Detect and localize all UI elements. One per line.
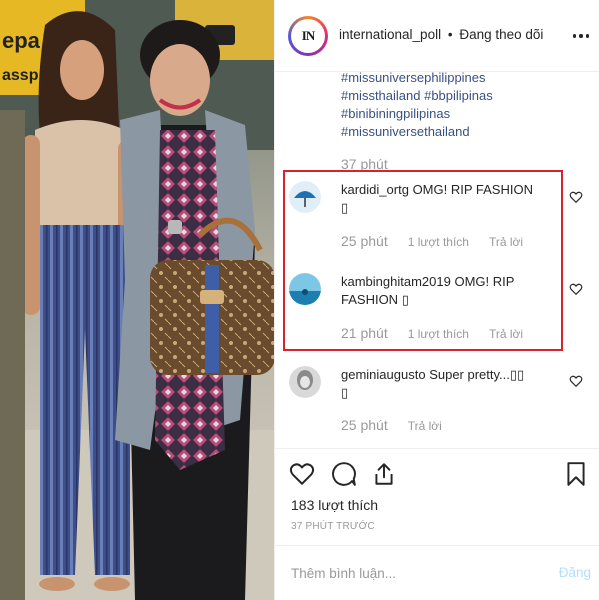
svg-text:ера: ера <box>2 28 41 53</box>
commenter-avatar[interactable] <box>289 273 321 305</box>
comment-time[interactable]: 25 phút <box>341 233 388 249</box>
reply-button[interactable]: Trả lời <box>489 327 523 341</box>
more-dot <box>579 34 583 38</box>
comment-divider <box>275 545 599 546</box>
comment-body: OMG! RIP FASHION <box>412 182 533 197</box>
post-image: ера assp <box>0 0 274 600</box>
comment-likes[interactable]: 1 lượt thích <box>408 327 469 341</box>
bookmark-icon[interactable] <box>563 460 589 488</box>
post-actions <box>289 460 589 490</box>
hashtag-line[interactable]: #missuniversethailand <box>341 123 591 141</box>
ocean-avatar-icon <box>289 273 321 305</box>
header-separator: • <box>447 27 453 42</box>
post-photo[interactable]: ера assp <box>0 0 274 600</box>
comment-emoji: ▯ <box>341 200 349 215</box>
svg-text:assp: assp <box>2 67 39 84</box>
add-comment-input[interactable] <box>291 562 531 584</box>
more-horizontal-icon[interactable] <box>571 26 591 46</box>
comment-text: geminiaugusto Super pretty...▯▯ ▯ <box>341 366 563 402</box>
comment-meta: 21 phút 1 lượt thích Trả lời <box>341 325 523 341</box>
comment-meta: 25 phút 1 lượt thích Trả lời <box>341 233 523 249</box>
reply-button[interactable]: Trả lời <box>489 235 523 249</box>
author-avatar-inner: IN <box>291 19 325 53</box>
caption-hashtags: #missuniversephilippines #missthailand #… <box>341 69 591 141</box>
share-icon[interactable] <box>371 460 397 488</box>
heart-icon[interactable] <box>569 374 583 388</box>
comment-text: kambinghitam2019 OMG! RIP FASHION ▯ <box>341 273 563 309</box>
commenter-avatar[interactable] <box>289 181 321 213</box>
comment-body: Super pretty...▯▯ <box>429 367 525 382</box>
author-username[interactable]: international_poll <box>339 27 441 42</box>
umbrella-avatar-icon <box>289 181 321 213</box>
reply-button[interactable]: Trả lời <box>408 419 442 433</box>
commenter-username[interactable]: geminiaugusto <box>341 367 426 382</box>
heart-icon[interactable] <box>569 190 583 204</box>
comment-meta: 25 phút Trả lời <box>341 417 442 433</box>
comment-likes[interactable]: 1 lượt thích <box>408 235 469 249</box>
heart-icon[interactable] <box>289 460 315 488</box>
post-timestamp: 37 PHÚT TRƯỚC <box>291 521 375 532</box>
post-header: IN international_poll • Đang theo dõi <box>275 0 599 72</box>
more-dot <box>572 34 577 38</box>
author-avatar[interactable]: IN <box>288 16 328 56</box>
more-dot <box>585 34 590 38</box>
comment-emoji: ▯ <box>341 385 349 400</box>
actions-divider <box>275 448 599 449</box>
comment-emoji: ▯ <box>401 292 409 307</box>
likes-count[interactable]: 183 lượt thích <box>291 497 378 513</box>
hashtag-line[interactable]: #binibiningpilipinas <box>341 105 591 123</box>
commenter-username[interactable]: kambinghitam2019 <box>341 274 451 289</box>
heart-icon[interactable] <box>569 282 583 296</box>
header-text: international_poll • Đang theo dõi <box>339 27 543 42</box>
comment-icon[interactable] <box>331 460 357 488</box>
comment-time[interactable]: 25 phút <box>341 417 388 433</box>
commenter-avatar[interactable] <box>289 366 321 398</box>
comment-text: kardidi_ortg OMG! RIP FASHION ▯ <box>341 181 563 217</box>
post-comment-button[interactable]: Đăng <box>559 565 591 580</box>
comment-time[interactable]: 21 phút <box>341 325 388 341</box>
profile-photo-avatar-icon <box>289 366 321 398</box>
author-avatar-text: IN <box>301 28 315 43</box>
commenter-username[interactable]: kardidi_ortg <box>341 182 409 197</box>
follow-status-button[interactable]: Đang theo dõi <box>459 27 543 42</box>
post-details-panel: IN international_poll • Đang theo dõi #m… <box>274 0 599 600</box>
hashtag-line[interactable]: #missthailand #bbpilipinas <box>341 87 591 105</box>
hashtag-line[interactable]: #missuniversephilippines <box>341 69 591 87</box>
